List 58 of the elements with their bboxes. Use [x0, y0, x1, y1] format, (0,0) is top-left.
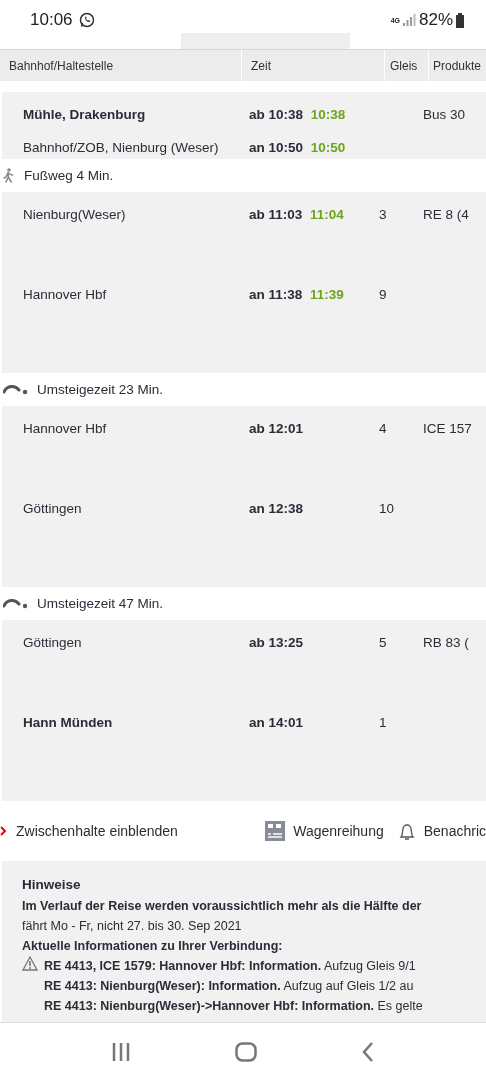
chevron-icon — [0, 826, 7, 836]
time-cell-text: an 11:38 11:39 — [248, 287, 345, 302]
action-link[interactable]: Benachric — [397, 822, 486, 840]
transfer-icon — [3, 384, 28, 395]
platform-number: 9 — [378, 287, 388, 302]
time-cell-text: ab 13:25 — [248, 635, 305, 650]
station-name: Hannover Hbf — [22, 421, 108, 436]
station-name: Nienburg(Weser) — [22, 207, 127, 222]
station-name: Göttingen — [22, 635, 83, 650]
time-cell-text: an 12:38 — [248, 501, 305, 516]
station-name: Bahnhof/ZOB, Nienburg (Weser) — [22, 140, 220, 155]
product-name: RE 8 (4 — [422, 207, 470, 222]
battery-level: 82% — [418, 10, 453, 30]
notes-title: Hinweise — [22, 876, 82, 894]
transfer-time: Umsteigezeit 23 Min. — [37, 382, 164, 397]
platform-number: 4 — [378, 421, 388, 436]
action-link[interactable]: Wagenreihung — [265, 821, 384, 841]
action-link[interactable]: Zwischenhalte einblenden — [0, 823, 178, 839]
transfer-time: Umsteigezeit 47 Min. — [37, 596, 164, 611]
walking-person-icon — [3, 168, 14, 183]
column-header: Produkte — [428, 50, 486, 81]
time-cell-text: ab 10:38 10:38 — [248, 107, 347, 122]
platform-number: 10 — [378, 501, 396, 516]
notice-message: RE 4413: Nienburg(Weser): Information. Aufzug auf Gleis 1/2 au — [44, 978, 415, 995]
warning-icon — [22, 956, 38, 971]
back-icon — [361, 1041, 374, 1062]
signal-icon — [402, 14, 416, 26]
time-cell-text: ab 11:03 11:04 — [248, 207, 345, 222]
platform-number: 5 — [378, 635, 388, 650]
notice-message: RE 4413, ICE 1579: Hannover Hbf: Information. Aufzug Gleis 9/1 — [44, 958, 417, 975]
station-name: Göttingen — [22, 501, 83, 516]
time-cell-text: an 10:50 10:50 — [248, 140, 347, 155]
product-name: Bus 30 — [422, 107, 467, 122]
transfer-icon — [3, 598, 28, 609]
product-name: ICE 157 — [422, 421, 473, 436]
time-cell-text: ab 12:01 — [248, 421, 305, 436]
station-name: Mühle, Drakenburg — [22, 107, 147, 122]
time-cell-text: an 14:01 — [248, 715, 305, 730]
recent-apps-icon — [112, 1042, 131, 1061]
walk-info: Fußweg 4 Min. — [24, 168, 114, 183]
bell-icon — [397, 822, 416, 840]
coach-sequence-icon — [265, 821, 286, 841]
note-text: Im Verlauf der Reise werden voraussichtlich mehr als die Hälfte der — [22, 898, 423, 915]
notice-message: RE 4413: Nienburg(Weser)->Hannover Hbf: Information. Es gelte — [44, 998, 423, 1015]
platform-number: 1 — [378, 715, 388, 730]
battery-icon — [456, 12, 464, 28]
column-header: Gleis — [384, 50, 428, 81]
note-text: Aktuelle Informationen zu Ihrer Verbindung: — [22, 938, 284, 955]
clock: 10:06 — [30, 10, 73, 30]
station-name: Hannover Hbf — [22, 287, 108, 302]
note-text: fährt Mo - Fr, nicht 27. bis 30. Sep 2021 — [22, 918, 243, 935]
chat-app-icon — [78, 12, 95, 28]
column-header: Bahnhof/Haltestelle — [8, 57, 115, 75]
column-header: Zeit — [241, 50, 384, 81]
station-name: Hann Münden — [22, 715, 114, 730]
home-icon — [235, 1041, 257, 1062]
product-name: RB 83 ( — [422, 635, 470, 650]
platform-number: 3 — [378, 207, 388, 222]
